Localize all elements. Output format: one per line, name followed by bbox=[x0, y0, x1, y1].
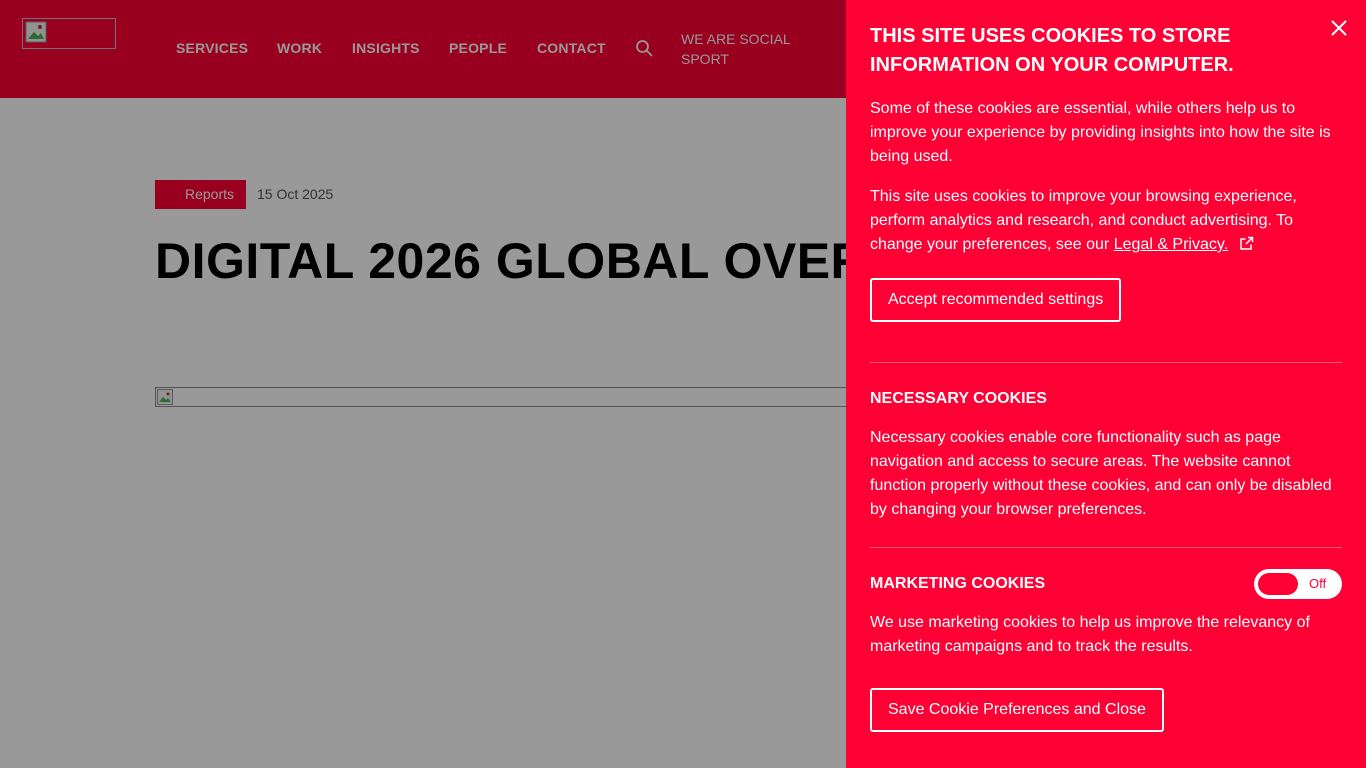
accept-recommended-button[interactable]: Accept recommended settings bbox=[870, 278, 1122, 322]
marketing-cookies-toggle[interactable]: Off bbox=[1254, 569, 1342, 599]
cookie-panel-title: THIS SITE USES COOKIES TO STORE INFORMAT… bbox=[870, 25, 1234, 76]
close-icon[interactable] bbox=[1329, 18, 1349, 38]
toggle-state-label: Off bbox=[1309, 576, 1327, 591]
cookie-consent-panel: THIS SITE USES COOKIES TO STORE INFORMAT… bbox=[846, 0, 1366, 768]
marketing-cookies-heading: MARKETING COOKIES bbox=[870, 575, 1046, 592]
divider bbox=[870, 362, 1342, 363]
divider bbox=[870, 547, 1342, 548]
external-link-icon bbox=[1239, 236, 1253, 250]
toggle-knob bbox=[1258, 573, 1298, 595]
marketing-cookies-text: We use marketing cookies to help us impr… bbox=[870, 614, 1310, 655]
necessary-cookies-heading: NECESSARY COOKIES bbox=[870, 390, 1047, 407]
cookie-intro-text: Some of these cookies are essential, whi… bbox=[870, 100, 1331, 165]
cookie-usage-text: This site uses cookies to improve your b… bbox=[870, 188, 1297, 253]
save-preferences-button[interactable]: Save Cookie Preferences and Close bbox=[870, 688, 1164, 732]
privacy-link[interactable]: Legal & Privacy. bbox=[1114, 236, 1228, 253]
cookie-usage-paragraph: This site uses cookies to improve your b… bbox=[870, 185, 1340, 257]
necessary-cookies-text: Necessary cookies enable core functional… bbox=[870, 429, 1332, 518]
